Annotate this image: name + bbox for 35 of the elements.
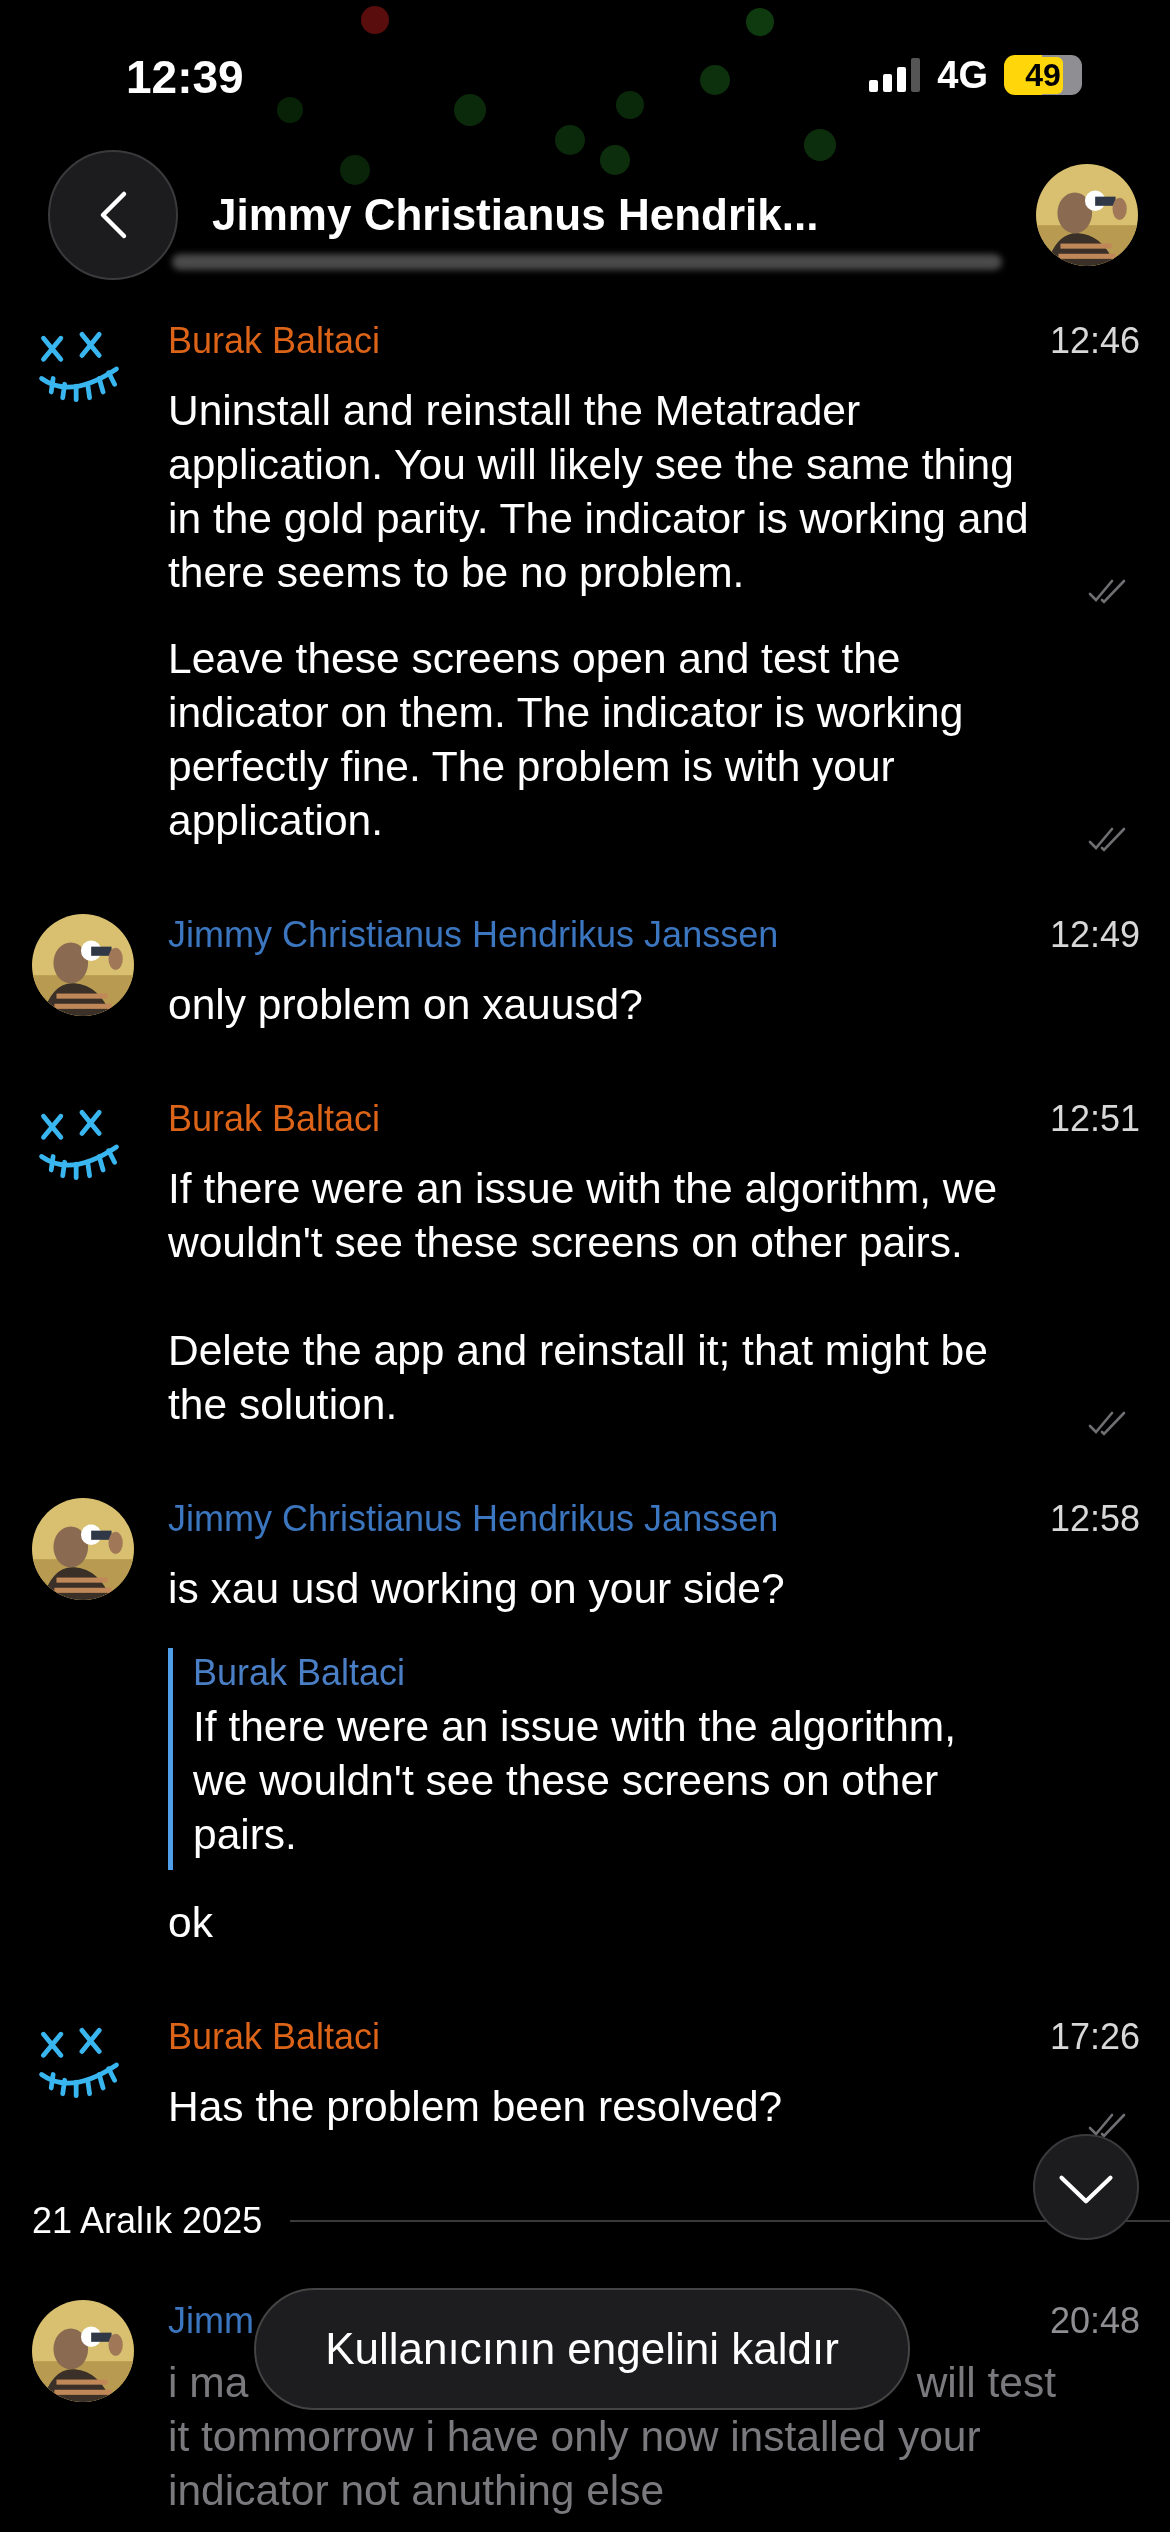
quoted-message[interactable]: Burak Baltaci If there were an issue with the algorithm, we wouldn't see these screens on other pairs. [168, 1648, 1013, 1870]
sender-name[interactable]: Jimm [168, 2300, 254, 2342]
back-icon [98, 190, 128, 240]
quoted-sender: Burak Baltaci [193, 1652, 407, 1694]
message-time: 12:51 [1049, 1098, 1140, 1140]
unblock-toast[interactable]: Kullanıcının engelini kaldır [254, 2288, 910, 2410]
message-time: 12:49 [1049, 914, 1140, 956]
battery-icon: 49 [1004, 55, 1082, 95]
chevron-down-icon [1057, 2174, 1115, 2206]
message-text: indicator not anuthing else [168, 2466, 665, 2516]
message-time: 17:26 [1049, 2016, 1140, 2058]
message-text: will test [916, 2358, 1056, 2408]
message-time: 12:46 [1049, 320, 1140, 362]
sender-name[interactable]: Burak Baltaci [168, 2016, 381, 2058]
message-text: ok [168, 1898, 214, 1948]
quoted-text: If there were an issue with the algorithm, we wouldn't see these screens on other pairs. [193, 1702, 957, 1860]
message-text: Leave these screens open and test the indicator on them. The indicator is working perfectly fine. The problem is with your application. [168, 634, 965, 846]
status-time: 12:39 [126, 50, 244, 104]
message-time: 20:48 [1049, 2300, 1140, 2342]
message-text: Uninstall and reinstall the Metatrader application. You will likely see the same thing in the gold parity. The indicator is working and there seems to be no problem. [168, 386, 1030, 598]
message-text: If there were an issue with the algorithm, we wouldn't see these screens on other pairs. Delete the app and reinstall it; that might be the solution. [168, 1164, 999, 1430]
message-text: Has the problem been resolved? [168, 2082, 784, 2132]
message-text: i ma [168, 2358, 249, 2408]
message-time: 12:58 [1049, 1498, 1140, 1540]
sender-name[interactable]: Jimmy Christianus Hendrikus Janssen [168, 1498, 779, 1540]
message-text: is xau usd working on your side? [168, 1564, 786, 1614]
sender-name[interactable]: Jimmy Christianus Hendrikus Janssen [168, 914, 779, 956]
network-label: 4G [937, 53, 988, 97]
signal-icon [869, 58, 922, 92]
date-label: 21 Aralık 2025 [32, 2200, 263, 2242]
message-text: only problem on xauusd? [168, 980, 644, 1030]
message-text: it tommorrow i have only now installed your [168, 2412, 981, 2462]
sender-name[interactable]: Burak Baltaci [168, 1098, 381, 1140]
chat-title[interactable]: Jimmy Christianus Hendrik... [212, 190, 819, 240]
sender-name[interactable]: Burak Baltaci [168, 320, 381, 362]
